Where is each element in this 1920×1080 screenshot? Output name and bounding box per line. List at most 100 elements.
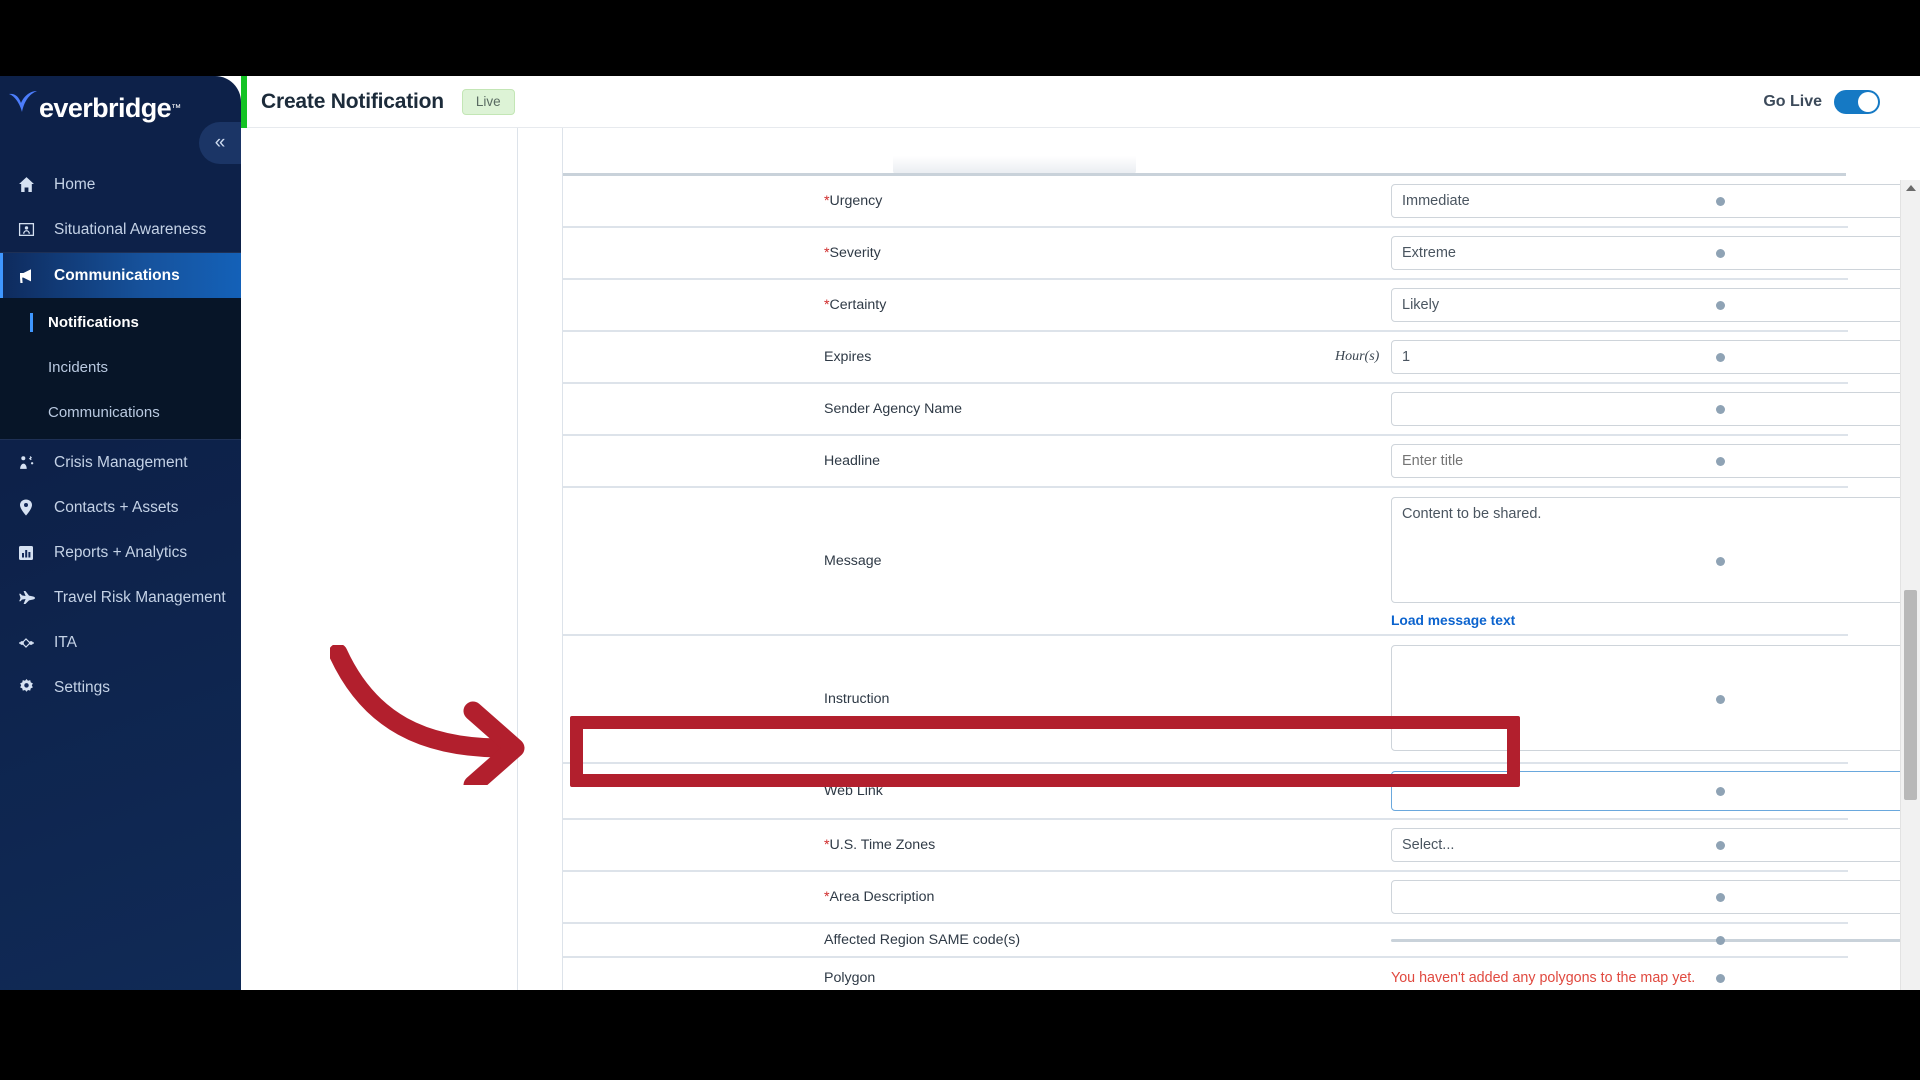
field-label: *Urgency <box>824 193 882 209</box>
brand-name: everbridge <box>39 92 172 123</box>
form-row: Headline <box>563 436 1920 488</box>
field-label-text: Certainty <box>829 297 887 313</box>
field-control-wrap: 1 <box>1391 340 1920 374</box>
primary-sidebar: everbridge ™ « Home Situational Awarenes… <box>0 76 241 990</box>
select-sender-agency-name[interactable] <box>1391 392 1920 426</box>
row-status-dot <box>1716 248 1725 258</box>
map-pin-icon <box>18 499 44 516</box>
textarea-message[interactable] <box>1391 496 1920 603</box>
textarea-instruction[interactable] <box>1391 644 1920 751</box>
input-headline[interactable] <box>1391 444 1920 478</box>
sidebar-item-label: Travel Risk Management <box>54 588 226 606</box>
sidebar-item-label: Situational Awareness <box>54 220 207 238</box>
select-certainty[interactable]: Likely <box>1391 288 1920 322</box>
sidebar-item-contacts-assets[interactable]: Contacts + Assets <box>0 485 241 530</box>
sidebar-item-crisis-management[interactable]: Crisis Management <box>0 440 241 485</box>
field-label-text: Expires <box>824 349 872 365</box>
field-label: *U.S. Time Zones <box>824 837 935 853</box>
form-step-rail <box>519 128 563 990</box>
row-status-dot <box>1716 556 1725 566</box>
input-web-link[interactable] <box>1391 771 1920 811</box>
form-left-panel <box>241 128 518 990</box>
select-severity[interactable]: Extreme <box>1391 236 1920 270</box>
textarea-row-wrap <box>563 637 1920 762</box>
field-unit-label: Hour(s) <box>1335 349 1380 364</box>
sidebar-item-settings[interactable]: Settings <box>0 665 241 710</box>
sidebar-item-incidents[interactable]: Incidents <box>0 345 241 390</box>
field-control-wrap <box>1391 880 1920 914</box>
communications-subnav: Notifications Incidents Communications <box>0 298 241 439</box>
partial-top-widget <box>893 156 1136 174</box>
sidebar-item-label: Home <box>54 175 96 193</box>
row-status-dot <box>1716 973 1725 983</box>
form-row: *Severity Extreme <box>563 228 1920 280</box>
sidebar-subitem-label: Incidents <box>48 359 109 376</box>
sidebar-nav-list: Home Situational Awareness Communication… <box>0 162 241 710</box>
sidebar-item-travel-risk-management[interactable]: Travel Risk Management <box>0 575 241 620</box>
field-label: Web Link <box>824 783 883 799</box>
field-label: Sender Agency Name <box>824 401 962 417</box>
sidebar-item-label: Communications <box>54 266 180 284</box>
field-label-text: Polygon <box>824 970 876 986</box>
field-control-wrap <box>1391 938 1920 942</box>
field-control-wrap: Select... <box>1391 828 1920 862</box>
sidebar-item-home[interactable]: Home <box>0 162 241 207</box>
map-person-icon <box>18 221 44 238</box>
select-u-s-time-zones[interactable]: Select... <box>1391 828 1920 862</box>
field-label-text: Message <box>824 553 882 569</box>
sidebar-item-notifications[interactable]: Notifications <box>0 300 241 345</box>
polygon-warning-text: You haven't added any polygons to the ma… <box>1391 970 1696 986</box>
page-title: Create Notification <box>261 89 444 113</box>
page-scrollbar[interactable] <box>1900 180 1920 990</box>
crisis-people-icon <box>18 454 44 471</box>
load-message-text-link[interactable]: Load message text <box>1391 613 1920 628</box>
brand-trademark: ™ <box>171 102 182 114</box>
field-control-wrap: You haven't added any polygons to the ma… <box>1391 970 1920 986</box>
form-row: Web Link <box>563 764 1920 820</box>
sidebar-item-label: Crisis Management <box>54 453 188 471</box>
scroll-up-arrow-icon[interactable] <box>1906 185 1916 191</box>
field-label: Expires <box>824 349 871 365</box>
form-row: Affected Region SAME code(s) <box>563 924 1920 958</box>
field-label-text: Instruction <box>824 691 890 707</box>
row-status-dot <box>1716 352 1725 362</box>
field-label-text: Sender Agency Name <box>824 401 963 417</box>
form-row: *Area Descriptioni <box>563 872 1920 924</box>
row-status-dot <box>1716 196 1725 206</box>
form-row: Sender Agency Name <box>563 384 1920 436</box>
sidebar-item-communications[interactable]: Communications <box>0 253 241 298</box>
status-badge: Live <box>461 88 515 115</box>
sidebar-item-communications-sub[interactable]: Communications <box>0 390 241 435</box>
header-actions: Go Live <box>1763 89 1920 114</box>
select-urgency[interactable]: Immediate <box>1391 184 1920 218</box>
toggle-knob <box>1858 91 1878 112</box>
field-label: *Area Description <box>824 889 934 905</box>
sidebar-subitem-label: Communications <box>48 404 160 421</box>
sidebar-item-label: ITA <box>54 633 77 651</box>
field-control-wrap <box>1391 637 1920 762</box>
form-row: Message Load message text <box>563 488 1920 636</box>
sidebar-item-ita[interactable]: ITA <box>0 620 241 665</box>
row-status-dot <box>1716 404 1725 414</box>
sidebar-collapse-button[interactable]: « <box>199 122 241 164</box>
sidebar-item-label: Settings <box>54 678 111 696</box>
scrollbar-thumb[interactable] <box>1904 590 1917 800</box>
header-accent-bar <box>241 76 247 128</box>
input-area-description[interactable] <box>1391 880 1920 914</box>
row-status-dot <box>1716 840 1725 850</box>
go-live-toggle[interactable] <box>1834 89 1880 114</box>
megaphone-icon <box>18 267 44 285</box>
field-label-text: U.S. Time Zones <box>829 837 936 853</box>
form-row: *Certainty Likely <box>563 280 1920 332</box>
field-control-wrap <box>1391 392 1920 426</box>
sidebar-item-label: Contacts + Assets <box>54 498 179 516</box>
field-label: *Severity <box>824 245 881 261</box>
field-control-wrap: Load message text <box>1391 489 1920 634</box>
field-label: Instruction <box>824 691 889 707</box>
sidebar-item-situational-awareness[interactable]: Situational Awareness <box>0 207 241 252</box>
select-expires[interactable]: 1 <box>1391 340 1920 374</box>
field-label-text: Urgency <box>829 193 883 209</box>
row-status-dot <box>1716 892 1725 902</box>
sidebar-item-reports-analytics[interactable]: Reports + Analytics <box>0 530 241 575</box>
row-status-dot <box>1716 456 1725 466</box>
